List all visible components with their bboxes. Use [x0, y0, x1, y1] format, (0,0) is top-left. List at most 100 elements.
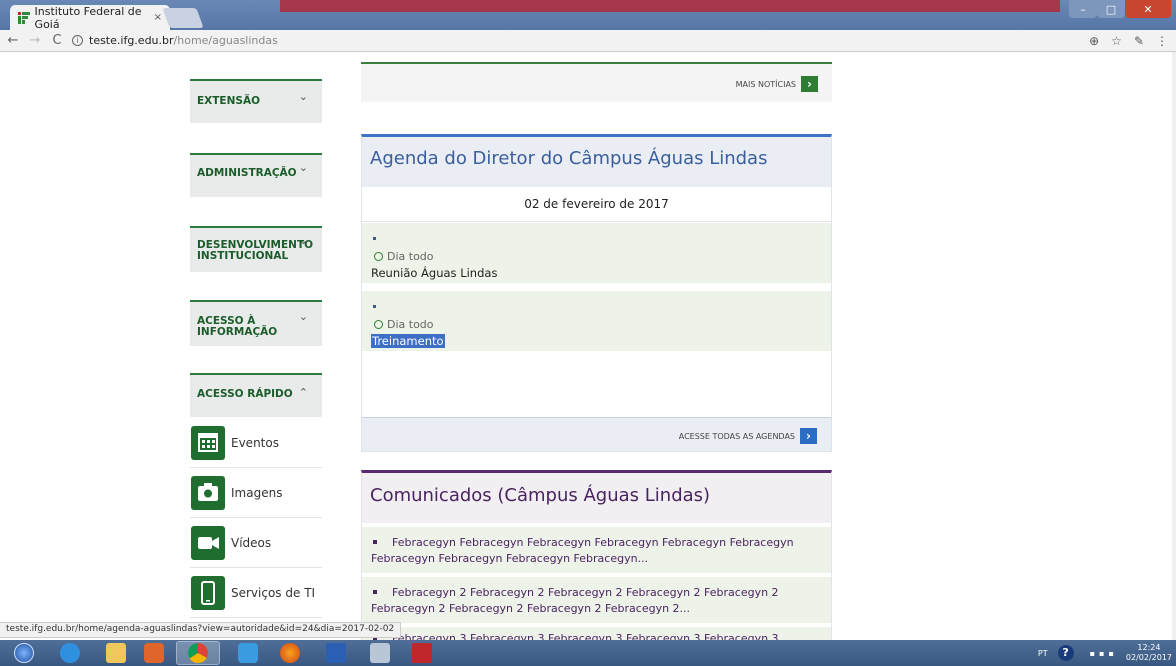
comunicado-line: Febracegyn Febracegyn Febracegyn Febrace…: [371, 552, 649, 565]
chevron-down-icon: ⌄: [298, 90, 308, 103]
sidebar-menu-acesso-rapido[interactable]: ACESSO RÁPIDO ⌃: [190, 373, 322, 417]
quick-link-label: Serviços de TI: [231, 585, 316, 600]
maximize-button[interactable]: □: [1097, 0, 1125, 18]
taskbar-ie[interactable]: [48, 641, 92, 665]
sidebar-menu-label: ACESSO RÁPIDO: [197, 388, 293, 400]
sidebar-menu-desenvolvimento-institucional[interactable]: DESENVOLVIMENTO INSTITUCIONAL ⌄: [190, 226, 322, 272]
sidebar-menu-extensao[interactable]: EXTENSÃO ⌄: [190, 79, 322, 123]
taskbar-media[interactable]: [132, 641, 176, 665]
sidebar-menu-acesso-informacao[interactable]: ACESSO À INFORMAÇÃO ⌄: [190, 300, 322, 346]
comunicado-item[interactable]: Febracegyn Febracegyn Febracegyn Febrace…: [362, 527, 831, 573]
agenda-event[interactable]: Dia todo Reunião Águas Lindas: [362, 223, 831, 283]
event-name[interactable]: Reunião Águas Lindas: [371, 266, 497, 280]
comunicado-line: Febracegyn 2 Febracegyn 2 Febracegyn 2 F…: [371, 602, 691, 615]
chevron-right-icon[interactable]: ›: [801, 76, 818, 92]
media-player-icon: [144, 643, 164, 663]
agenda-event[interactable]: Dia todo Treinamento: [362, 291, 831, 351]
taskbar-chrome[interactable]: [176, 641, 220, 665]
quick-link-label: Vídeos: [231, 535, 272, 550]
comunicado-item[interactable]: Febracegyn 2 Febracegyn 2 Febracegyn 2 F…: [362, 577, 831, 623]
chevron-up-icon: ⌃: [298, 386, 308, 399]
chrome-icon: [188, 643, 208, 663]
event-name[interactable]: Treinamento: [371, 334, 445, 348]
calendar-icon: [191, 425, 225, 460]
chevron-down-icon: ⌄: [298, 234, 308, 247]
quick-link-label: Eventos: [231, 435, 279, 450]
agenda-panel: Agenda do Diretor do Câmpus Águas Lindas…: [361, 134, 832, 452]
comunicado-line: Febracegyn Febracegyn Febracegyn Febrace…: [392, 536, 794, 549]
chevron-down-icon: ⌄: [298, 310, 308, 323]
bullet-icon: [373, 237, 376, 240]
reload-button[interactable]: C: [48, 33, 66, 48]
sidebar-menu-label: ACESSO À INFORMAÇÃO: [197, 315, 278, 338]
address-bar: ← → C i teste.ifg.edu.br/home/aguaslinda…: [0, 30, 1176, 52]
taskbar-tool[interactable]: [358, 641, 402, 665]
firefox-icon: [280, 643, 300, 663]
tab-close-icon[interactable]: ×: [154, 12, 162, 23]
all-agendas-link[interactable]: ACESSE TODAS AS AGENDAS ›: [679, 428, 817, 444]
help-icon[interactable]: ?: [1057, 645, 1074, 661]
system-tray: PT ? ▪▪▪ 12:24 02/02/2017: [1038, 640, 1176, 666]
site-info-icon[interactable]: i: [72, 35, 83, 46]
internet-explorer-icon: [60, 643, 80, 663]
bullet-icon: [373, 305, 376, 308]
quick-link-servicos-ti[interactable]: Serviços de TI: [190, 568, 322, 618]
clock-icon: [374, 320, 383, 329]
eyedropper-extension-icon[interactable]: ✎: [1134, 34, 1144, 48]
url-field[interactable]: i teste.ifg.edu.br/home/aguaslindas: [72, 34, 278, 47]
vertical-scrollbar[interactable]: [1172, 52, 1176, 640]
chevron-right-icon[interactable]: ›: [800, 428, 817, 444]
clock-date: 02/02/2017: [1125, 653, 1172, 662]
browser-tab[interactable]: Instituto Federal de Goiá ×: [10, 4, 170, 31]
taskbar-word[interactable]: [314, 641, 358, 665]
video-camera-icon: [191, 525, 225, 560]
more-news-link[interactable]: MAIS NOTÍCIAS ›: [736, 76, 818, 92]
browser-title-bar: Instituto Federal de Goiá × – □ ✕: [0, 0, 1176, 31]
sidebar-menu-label: DESENVOLVIMENTO INSTITUCIONAL: [197, 239, 314, 262]
event-time-label: Dia todo: [387, 318, 434, 331]
minimize-button[interactable]: –: [1069, 0, 1097, 18]
status-url-bubble: teste.ifg.edu.br/home/agenda-aguaslindas…: [0, 622, 402, 638]
taskbar-shield[interactable]: [226, 641, 270, 665]
camera-icon: [191, 475, 225, 510]
event-time: Dia todo: [374, 318, 434, 331]
bookmark-star-icon[interactable]: ☆: [1111, 34, 1122, 48]
taskbar-filezilla[interactable]: [400, 641, 444, 665]
title-bar-band: [280, 0, 1060, 12]
chevron-down-icon: ⌄: [298, 161, 308, 174]
quick-link-eventos[interactable]: Eventos: [190, 418, 322, 468]
close-window-button[interactable]: ✕: [1125, 0, 1171, 18]
quick-link-imagens[interactable]: Imagens: [190, 468, 322, 518]
language-indicator[interactable]: PT: [1038, 649, 1048, 658]
browser-menu-icon[interactable]: ⋮: [1156, 34, 1168, 48]
url-path: /home/aguaslindas: [173, 34, 278, 47]
tab-title: Instituto Federal de Goiá: [34, 4, 142, 31]
word-icon: [326, 643, 346, 663]
windows-taskbar: PT ? ▪▪▪ 12:24 02/02/2017: [0, 640, 1176, 666]
agenda-title: Agenda do Diretor do Câmpus Águas Lindas: [362, 137, 831, 187]
app-icon: [370, 643, 390, 663]
all-agendas-label: ACESSE TODAS AS AGENDAS: [678, 431, 795, 441]
sidebar-menu-administracao[interactable]: ADMINISTRAÇÃO ⌄: [190, 153, 322, 197]
zoom-icon[interactable]: ⊕: [1089, 34, 1099, 48]
agenda-date: 02 de fevereiro de 2017: [362, 187, 831, 222]
comunicado-line: Febracegyn 2 Febracegyn 2 Febracegyn 2 F…: [392, 586, 779, 599]
taskbar-firefox[interactable]: [268, 641, 312, 665]
clock-icon: [374, 252, 383, 261]
sidebar-menu-label: EXTENSÃO: [197, 95, 261, 107]
tray-icons[interactable]: ▪▪▪: [1090, 649, 1118, 658]
event-time-label: Dia todo: [387, 250, 434, 263]
comunicados-panel: Comunicados (Câmpus Águas Lindas) Febrac…: [361, 470, 832, 643]
windows-logo-icon: [14, 643, 34, 663]
start-button[interactable]: [2, 641, 46, 665]
forward-button[interactable]: →: [26, 33, 44, 48]
filezilla-icon: [412, 643, 432, 663]
url-host: teste.ifg.edu.br: [89, 34, 174, 47]
new-tab-button[interactable]: [162, 8, 204, 28]
ifg-favicon-icon: [18, 11, 30, 24]
clock-time: 12:24: [1137, 643, 1161, 652]
quick-link-videos[interactable]: Vídeos: [190, 518, 322, 568]
back-button[interactable]: ←: [4, 33, 22, 48]
clock[interactable]: 12:24 02/02/2017: [1126, 643, 1172, 663]
more-news-label: MAIS NOTÍCIAS: [735, 79, 796, 89]
